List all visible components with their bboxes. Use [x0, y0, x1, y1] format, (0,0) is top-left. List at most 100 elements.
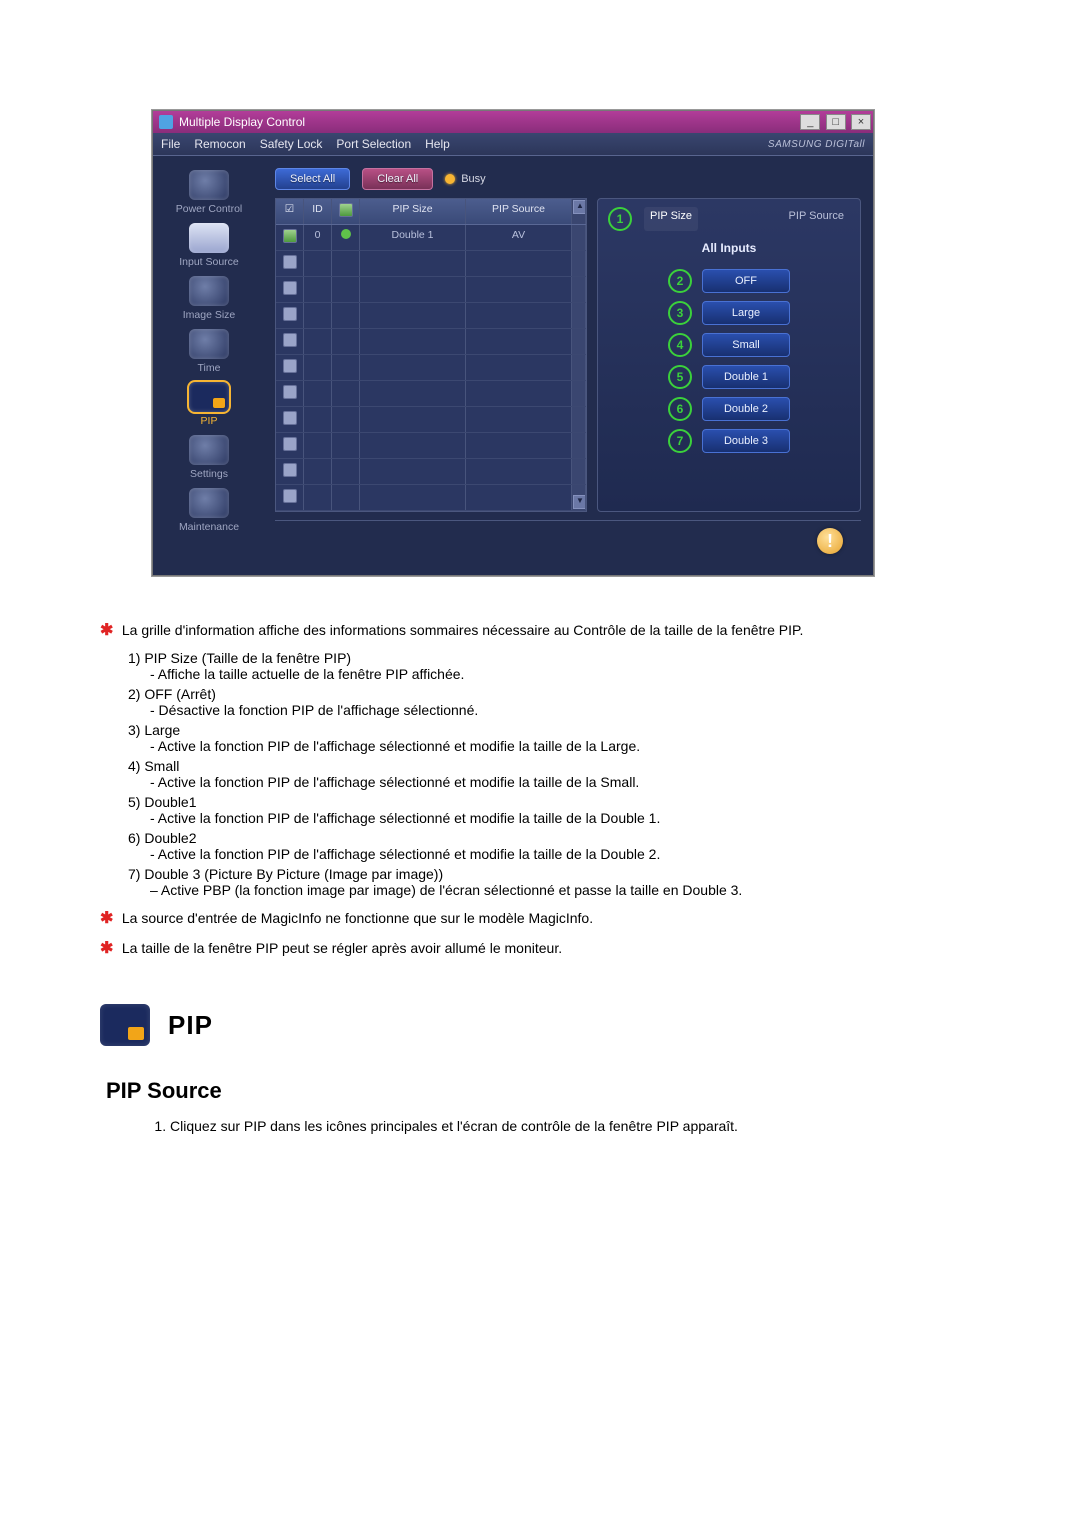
- item-label: Small: [144, 758, 179, 774]
- clear-all-button[interactable]: Clear All: [362, 168, 433, 190]
- row-checkbox[interactable]: [283, 489, 297, 503]
- table-row[interactable]: [276, 329, 586, 355]
- table-row[interactable]: [276, 355, 586, 381]
- col-pip-size[interactable]: PIP Size: [360, 199, 466, 224]
- item-label: OFF (Arrêt): [144, 686, 216, 702]
- table-row[interactable]: [276, 303, 586, 329]
- callout-2: 2: [668, 269, 692, 293]
- row-checkbox[interactable]: [283, 385, 297, 399]
- option-double2-button[interactable]: Double 2: [702, 397, 790, 421]
- row-checkbox[interactable]: [283, 255, 297, 269]
- scroll-up-button[interactable]: ▲: [573, 200, 586, 214]
- window-titlebar[interactable]: Multiple Display Control _ □ ×: [153, 111, 873, 133]
- sidebar-item-maintenance[interactable]: Maintenance: [161, 488, 257, 533]
- item-desc: - Active la fonction PIP de l'affichage …: [150, 810, 980, 826]
- sidebar-item-label: Input Source: [179, 256, 239, 268]
- tab-pip-size[interactable]: PIP Size: [644, 207, 698, 231]
- table-row[interactable]: [276, 433, 586, 459]
- row-checkbox[interactable]: [283, 359, 297, 373]
- row-checkbox[interactable]: [283, 437, 297, 451]
- row-checkbox[interactable]: [283, 229, 297, 243]
- table-row[interactable]: [276, 407, 586, 433]
- row-checkbox[interactable]: [283, 281, 297, 295]
- option-double1-button[interactable]: Double 1: [702, 365, 790, 389]
- callout-5: 5: [668, 365, 692, 389]
- sidebar-item-pip[interactable]: PIP: [161, 382, 257, 427]
- sidebar-item-time[interactable]: Time: [161, 329, 257, 374]
- subsection-title: PIP Source: [106, 1078, 980, 1104]
- callout-3: 3: [668, 301, 692, 325]
- status-bar: !: [275, 520, 861, 561]
- close-button[interactable]: ×: [851, 114, 871, 130]
- table-row[interactable]: ▼: [276, 485, 586, 511]
- intro-text: La grille d'information affiche des info…: [122, 622, 804, 638]
- power-icon: [189, 170, 229, 200]
- row-status-icon: [341, 229, 351, 239]
- table-row[interactable]: [276, 381, 586, 407]
- sidebar-item-image-size[interactable]: Image Size: [161, 276, 257, 321]
- star-icon: ✱: [100, 908, 118, 928]
- table-row[interactable]: 0 Double 1 AV: [276, 225, 586, 251]
- brand-label: SAMSUNG DIGITall: [768, 139, 865, 150]
- item-desc: – Active PBP (la fonction image par imag…: [150, 882, 980, 898]
- menu-remocon[interactable]: Remocon: [194, 137, 245, 151]
- option-double3-button[interactable]: Double 3: [702, 429, 790, 453]
- option-small-button[interactable]: Small: [702, 333, 790, 357]
- star-icon: ✱: [100, 938, 118, 958]
- row-checkbox[interactable]: [283, 411, 297, 425]
- callout-4: 4: [668, 333, 692, 357]
- menu-port-selection[interactable]: Port Selection: [336, 137, 411, 151]
- col-status[interactable]: [332, 199, 360, 224]
- pip-section-icon: [100, 1004, 150, 1046]
- cell-pip-source: AV: [466, 225, 572, 250]
- busy-indicator: Busy: [445, 173, 485, 185]
- document-body: ✱ La grille d'information affiche des in…: [100, 620, 980, 1134]
- col-pip-source[interactable]: PIP Source: [466, 199, 572, 224]
- table-row[interactable]: [276, 459, 586, 485]
- grid-body: 0 Double 1 AV: [276, 225, 586, 511]
- menubar: File Remocon Safety Lock Port Selection …: [153, 133, 873, 156]
- menu-safety-lock[interactable]: Safety Lock: [260, 137, 323, 151]
- table-row[interactable]: [276, 277, 586, 303]
- col-id[interactable]: ID: [304, 199, 332, 224]
- row-checkbox[interactable]: [283, 307, 297, 321]
- time-icon: [189, 329, 229, 359]
- item-desc: - Active la fonction PIP de l'affichage …: [150, 846, 980, 862]
- col-chk[interactable]: ☑: [276, 199, 304, 224]
- busy-label: Busy: [461, 173, 485, 185]
- item-desc: - Active la fonction PIP de l'affichage …: [150, 738, 980, 754]
- menu-file[interactable]: File: [161, 137, 180, 151]
- callout-6: 6: [668, 397, 692, 421]
- sidebar-item-input-source[interactable]: Input Source: [161, 223, 257, 268]
- option-off-button[interactable]: OFF: [702, 269, 790, 293]
- alert-icon[interactable]: !: [817, 528, 843, 554]
- menu-help[interactable]: Help: [425, 137, 450, 151]
- item-num: 6): [128, 830, 140, 846]
- sidebar-item-label: Time: [198, 362, 221, 374]
- busy-dot-icon: [445, 174, 455, 184]
- select-all-button[interactable]: Select All: [275, 168, 350, 190]
- item-label: PIP Size (Taille de la fenêtre PIP): [144, 650, 351, 666]
- tab-pip-source[interactable]: PIP Source: [783, 207, 850, 231]
- row-checkbox[interactable]: [283, 333, 297, 347]
- input-source-icon: [189, 223, 229, 253]
- grid-header: ☑ ID PIP Size PIP Source ▲: [276, 199, 586, 225]
- note-2: La taille de la fenêtre PIP peut se régl…: [122, 940, 562, 956]
- pip-size-panel: 1 PIP Size PIP Source All Inputs 2OFF 3L…: [597, 198, 861, 512]
- option-large-button[interactable]: Large: [702, 301, 790, 325]
- item-num: 2): [128, 686, 140, 702]
- sidebar: Power Control Input Source Image Size Ti…: [153, 156, 265, 575]
- image-size-icon: [189, 276, 229, 306]
- panel-subtitle: All Inputs: [608, 241, 850, 255]
- sidebar-item-power-control[interactable]: Power Control: [161, 170, 257, 215]
- star-icon: ✱: [100, 620, 118, 640]
- sidebar-item-settings[interactable]: Settings: [161, 435, 257, 480]
- minimize-button[interactable]: _: [800, 114, 820, 130]
- row-checkbox[interactable]: [283, 463, 297, 477]
- step-1: Cliquez sur PIP dans les icônes principa…: [170, 1118, 980, 1134]
- maintenance-icon: [189, 488, 229, 518]
- maximize-button[interactable]: □: [826, 114, 846, 130]
- table-row[interactable]: [276, 251, 586, 277]
- scroll-down-button[interactable]: ▼: [573, 495, 586, 509]
- sidebar-item-label: Image Size: [183, 309, 236, 321]
